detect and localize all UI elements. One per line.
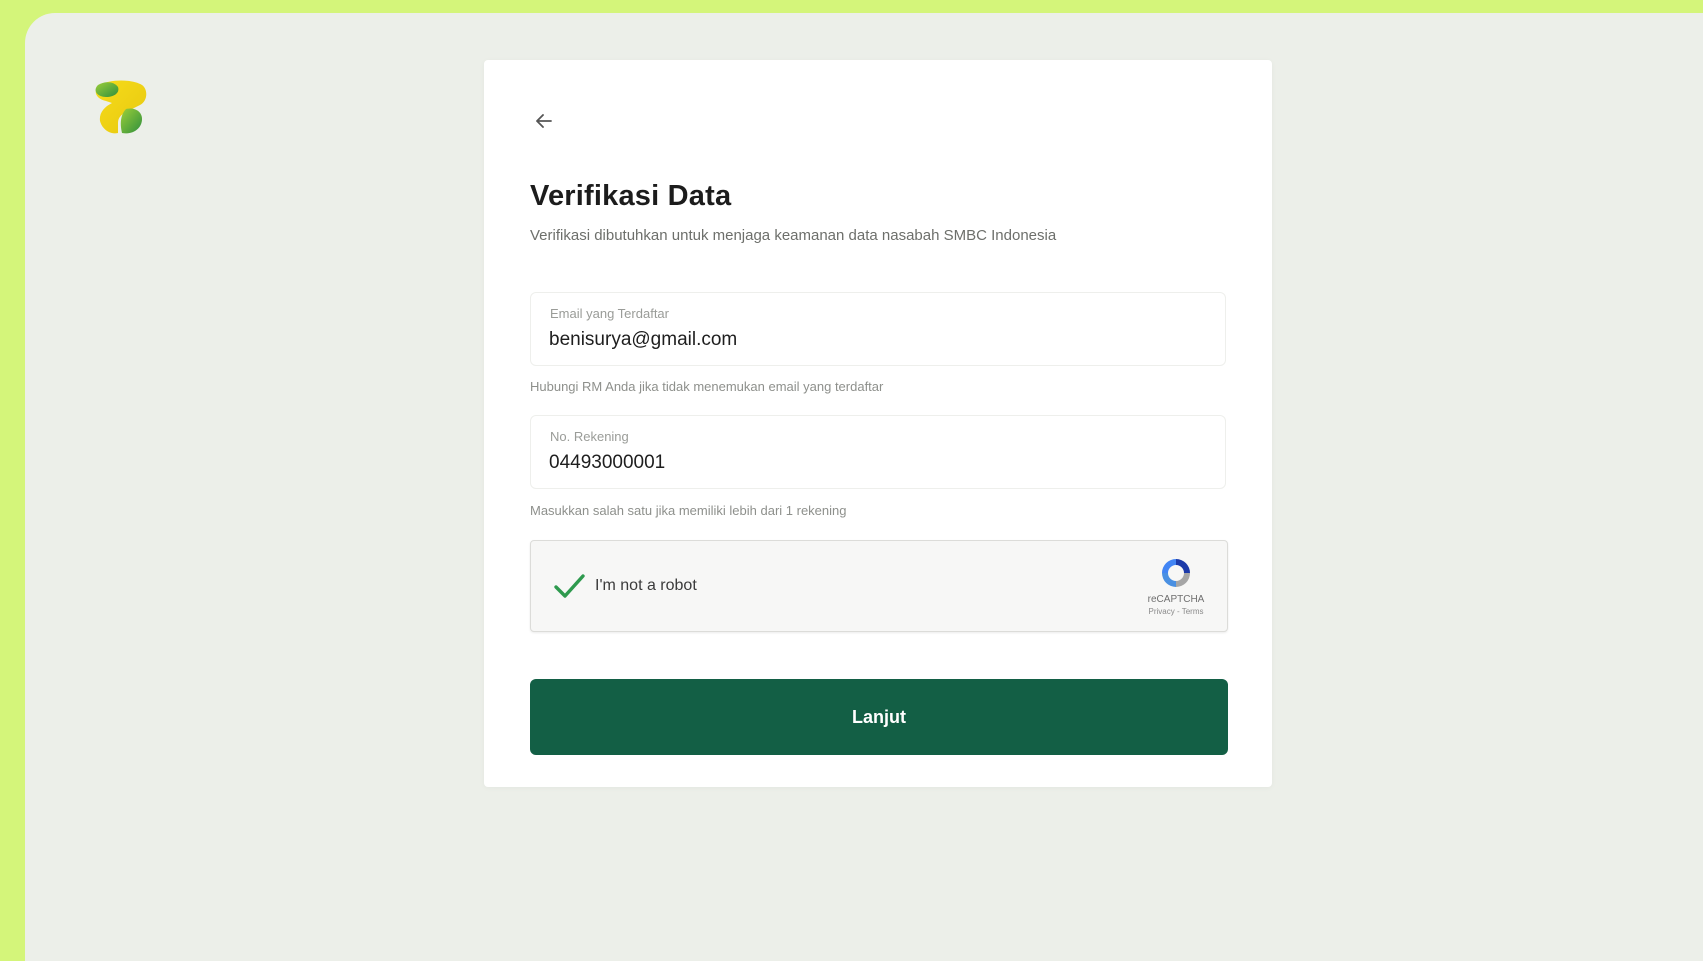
page-subtitle: Verifikasi dibutuhkan untuk menjaga keam… bbox=[530, 227, 1057, 244]
recaptcha-widget: I'm not a robot reCAPTCHA Privacy - Term… bbox=[530, 540, 1228, 632]
recaptcha-logo-icon bbox=[1162, 559, 1190, 587]
captcha-checkbox[interactable] bbox=[551, 568, 587, 604]
account-number-field[interactable]: No. Rekening bbox=[530, 415, 1226, 489]
back-button[interactable] bbox=[528, 105, 560, 137]
email-field[interactable]: Email yang Terdaftar bbox=[530, 292, 1226, 366]
recaptcha-logo: reCAPTCHA Privacy - Terms bbox=[1139, 555, 1213, 616]
recaptcha-brand-text: reCAPTCHA bbox=[1147, 594, 1205, 605]
recaptcha-privacy-terms-link[interactable]: Privacy - Terms bbox=[1139, 607, 1213, 616]
continue-button[interactable]: Lanjut bbox=[530, 679, 1228, 755]
account-number-input[interactable] bbox=[549, 452, 1189, 474]
verification-card: Verifikasi Data Verifikasi dibutuhkan un… bbox=[484, 60, 1272, 787]
brand-logo-icon bbox=[80, 71, 150, 141]
page-frame: Verifikasi Data Verifikasi dibutuhkan un… bbox=[25, 13, 1703, 961]
email-field-label: Email yang Terdaftar bbox=[550, 306, 669, 321]
arrow-left-icon bbox=[536, 114, 552, 128]
checkmark-icon bbox=[554, 574, 585, 598]
email-helper-text: Hubungi RM Anda jika tidak menemukan ema… bbox=[530, 379, 884, 394]
page-title: Verifikasi Data bbox=[530, 180, 732, 212]
account-number-label: No. Rekening bbox=[550, 429, 629, 444]
captcha-label: I'm not a robot bbox=[595, 577, 697, 594]
account-helper-text: Masukkan salah satu jika memiliki lebih … bbox=[530, 503, 847, 518]
email-input[interactable] bbox=[549, 329, 1189, 351]
